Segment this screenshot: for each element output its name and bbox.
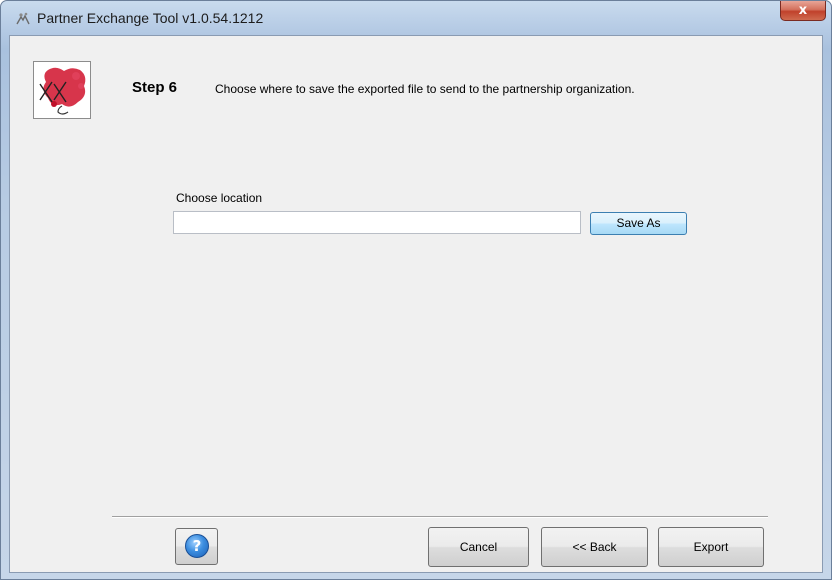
step-description: Choose where to save the exported file t… bbox=[215, 82, 635, 96]
location-path-input[interactable] bbox=[173, 211, 581, 234]
title-bar[interactable]: Partner Exchange Tool v1.0.54.1212 x bbox=[1, 1, 831, 35]
close-icon: x bbox=[798, 3, 808, 18]
cancel-button[interactable]: Cancel bbox=[428, 527, 529, 567]
help-button[interactable]: ? bbox=[175, 528, 218, 565]
back-button[interactable]: << Back bbox=[541, 527, 648, 567]
export-button[interactable]: Export bbox=[658, 527, 764, 567]
save-as-button[interactable]: Save As bbox=[590, 212, 687, 235]
app-window: Partner Exchange Tool v1.0.54.1212 x Ste… bbox=[0, 0, 832, 580]
step-title: Step 6 bbox=[132, 79, 178, 96]
wizard-panel: Step 6 Choose where to save the exported… bbox=[9, 35, 823, 573]
window-title: Partner Exchange Tool v1.0.54.1212 bbox=[37, 10, 264, 26]
footer-separator bbox=[112, 516, 768, 518]
app-icon bbox=[15, 11, 31, 27]
help-icon: ? bbox=[185, 534, 209, 558]
close-button[interactable]: x bbox=[780, 1, 826, 21]
logo-image bbox=[33, 61, 91, 119]
choose-location-label: Choose location bbox=[176, 191, 263, 205]
